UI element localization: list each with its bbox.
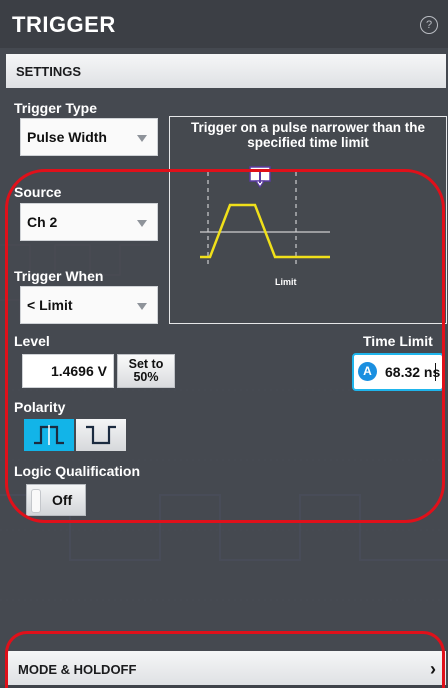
question-circle-icon[interactable]: ? bbox=[420, 16, 438, 34]
title-bar: TRIGGER ? bbox=[0, 0, 448, 48]
highlight-outline-mode bbox=[5, 631, 445, 688]
trigger-type-dropdown[interactable]: Pulse Width bbox=[20, 118, 158, 156]
highlight-outline-settings bbox=[5, 169, 445, 523]
trigger-type-label: Trigger Type bbox=[14, 100, 97, 116]
panel-title: TRIGGER bbox=[12, 12, 116, 37]
settings-label: SETTINGS bbox=[16, 64, 82, 79]
trigger-type-value: Pulse Width bbox=[27, 129, 107, 145]
chevron-down-icon bbox=[137, 135, 147, 142]
settings-section-header[interactable]: SETTINGS bbox=[6, 54, 446, 88]
